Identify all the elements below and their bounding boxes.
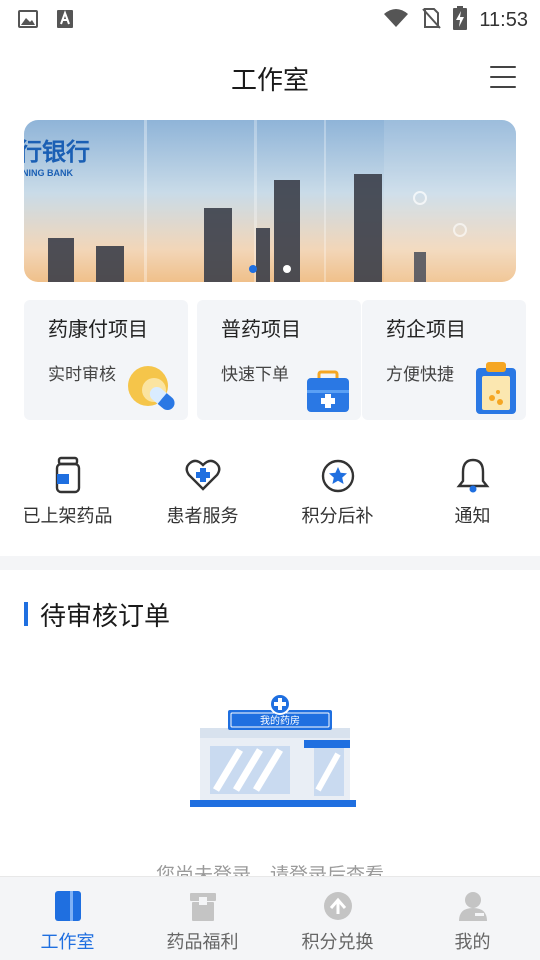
- bottom-tab-bar: 工作室 药品福利 积分兑换 我的: [0, 876, 540, 960]
- quick-action-label: 患者服务: [166, 506, 239, 527]
- card-title: 药康付项目: [48, 317, 148, 341]
- tab-label: 积分兑换: [301, 932, 374, 953]
- quick-action-listed-drugs[interactable]: 已上架药品: [0, 452, 135, 532]
- section-title: 待审核订单: [40, 602, 171, 632]
- quick-action-label: 已上架药品: [22, 506, 113, 527]
- banner-brand-text: 行银行: [24, 138, 90, 166]
- store-sign-text: 我的药房: [260, 714, 300, 727]
- tab-points-exchange[interactable]: 积分兑换: [270, 877, 405, 960]
- card-puyao[interactable]: 普药项目 快速下单: [197, 300, 361, 420]
- quick-action-points-supplement[interactable]: 积分后补: [270, 452, 405, 532]
- page-title: 工作室: [230, 66, 309, 96]
- empty-state-text: 您尚未登录，请登录后查看: [155, 864, 384, 876]
- tab-workspace[interactable]: 工作室: [0, 877, 135, 960]
- quick-actions: 已上架药品 患者服务 积分后补 通知: [0, 452, 540, 532]
- card-yaokangfu[interactable]: 药康付项目 实时审核: [24, 300, 188, 420]
- quick-action-notification[interactable]: 通知: [405, 452, 540, 532]
- pagination-dot[interactable]: [249, 265, 257, 273]
- tab-label: 我的: [454, 932, 491, 953]
- app-header: 工作室: [0, 36, 540, 120]
- card-subtitle: 快速下单: [221, 365, 289, 385]
- promo-banner[interactable]: 行银行 NING BANK: [24, 120, 516, 282]
- image-icon: [18, 10, 38, 32]
- clipboard-icon: [474, 360, 518, 420]
- quick-action-patient-service[interactable]: 患者服务: [135, 452, 270, 532]
- quick-action-label: 通知: [454, 506, 491, 527]
- book-icon: [51, 889, 85, 923]
- banner-pagination: [249, 265, 291, 273]
- card-subtitle: 方便快捷: [386, 365, 454, 385]
- tab-label: 工作室: [40, 932, 95, 953]
- star-badge-icon: [320, 456, 356, 494]
- heart-plus-icon: [185, 456, 221, 494]
- section-accent-bar: [24, 602, 28, 626]
- tab-label: 药品福利: [166, 932, 239, 953]
- battery-charging-icon: [453, 6, 468, 34]
- card-yaoqi[interactable]: 药企项目 方便快捷: [362, 300, 526, 420]
- tab-mine[interactable]: 我的: [405, 877, 540, 960]
- clock-time: 11:53: [479, 8, 528, 31]
- banner-brand-sub: NING BANK: [24, 168, 73, 178]
- tab-drug-welfare[interactable]: 药品福利: [135, 877, 270, 960]
- wifi-icon: [383, 8, 409, 32]
- a-icon: [56, 9, 74, 33]
- pill-capsule-icon: [124, 360, 180, 420]
- user-icon: [456, 889, 490, 923]
- pagination-dot[interactable]: [283, 265, 291, 273]
- card-title: 药企项目: [386, 317, 466, 341]
- project-cards: 药康付项目 实时审核 普药项目 快速下单 药企项目 方便快捷: [24, 300, 526, 420]
- medicine-bottle-icon: [50, 456, 86, 494]
- menu-icon[interactable]: [490, 66, 516, 88]
- bell-icon: [455, 456, 491, 494]
- medical-kit-icon: [303, 368, 353, 420]
- card-subtitle: 实时审核: [48, 365, 116, 385]
- quick-action-label: 积分后补: [301, 506, 374, 527]
- box-icon: [186, 889, 220, 923]
- pharmacy-store-illustration: 我的药房: [180, 690, 360, 810]
- pending-orders-panel: 待审核订单 我的药房 您尚未登录，请登录后查看: [0, 570, 540, 876]
- no-sim-icon: [421, 7, 442, 33]
- status-bar: 11:53: [0, 0, 540, 36]
- card-title: 普药项目: [221, 317, 301, 341]
- upload-cloud-icon: [321, 889, 355, 923]
